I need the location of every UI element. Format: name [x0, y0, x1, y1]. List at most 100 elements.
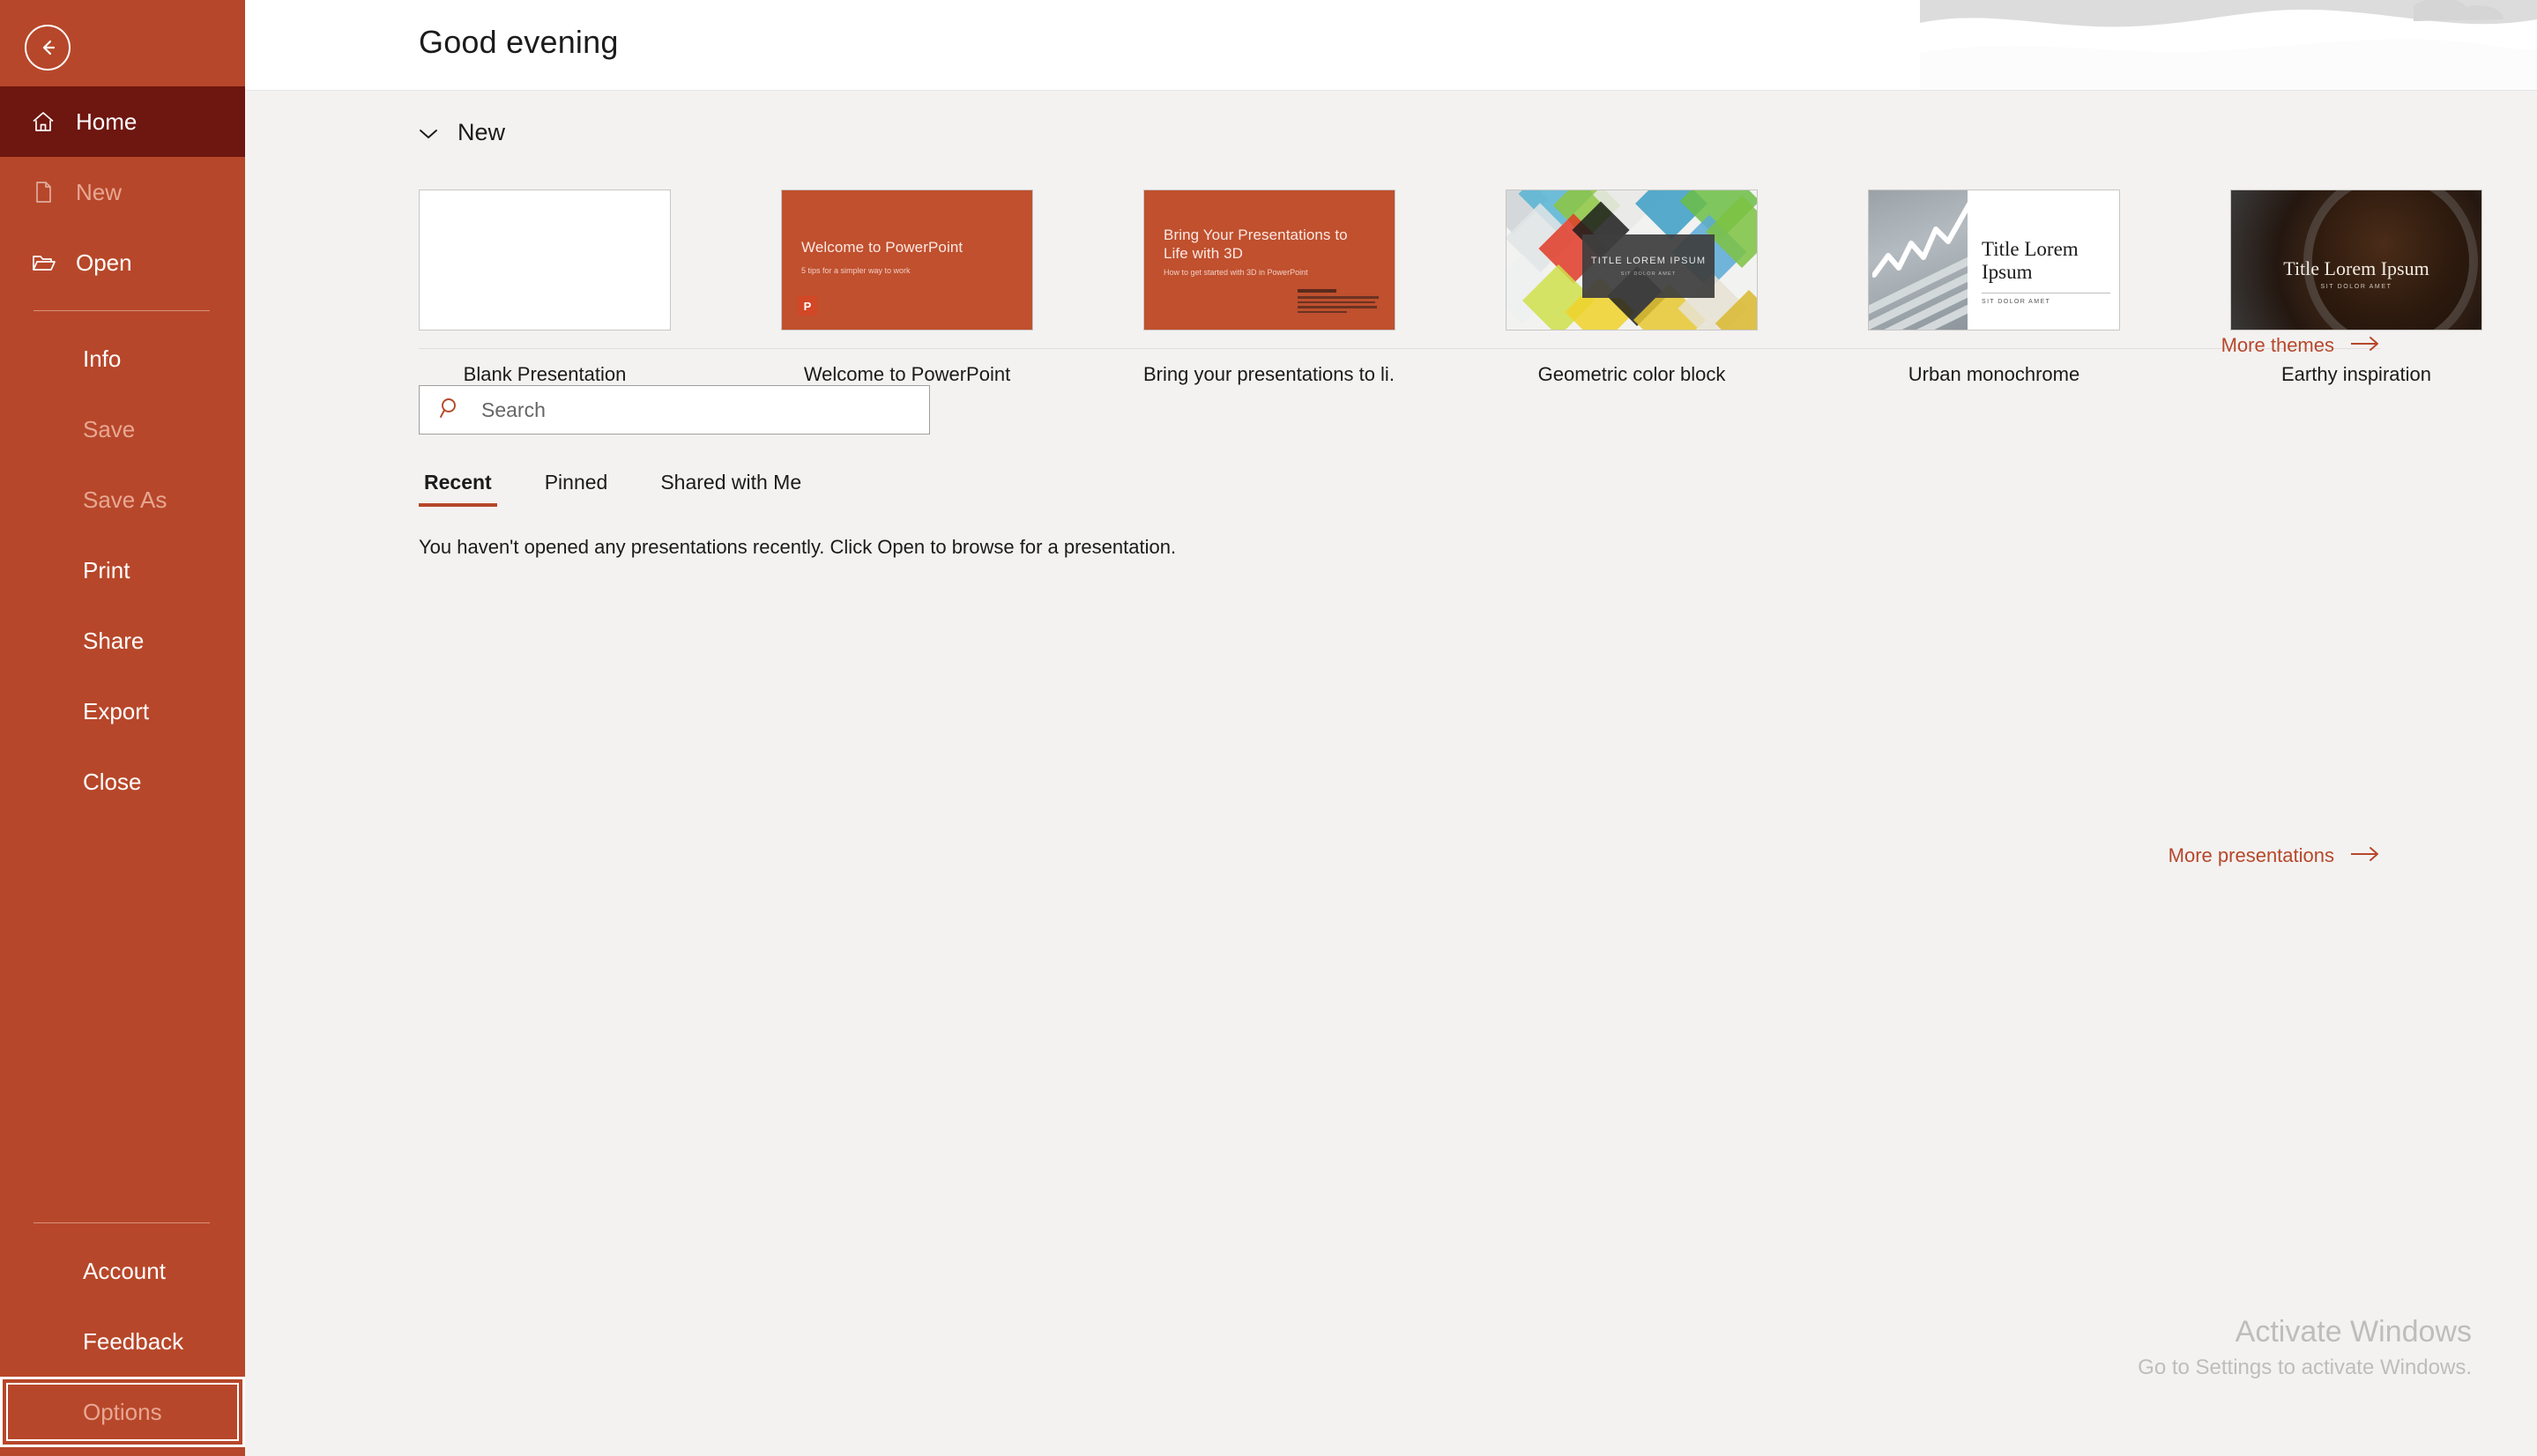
- slide-subtitle: SIT DOLOR AMET: [2320, 284, 2392, 290]
- template-card-blank-presentation[interactable]: Blank Presentation: [419, 189, 671, 386]
- sidebar-item-label: Print: [83, 556, 130, 583]
- arrow-right-icon: [2350, 334, 2380, 357]
- powerpoint-backstage-window: Home New Open Info Save Save As Print Sh…: [0, 0, 2537, 1456]
- more-themes-label: More themes: [2221, 334, 2334, 356]
- new-section-title: New: [458, 119, 506, 145]
- template-caption: Bring your presentations to li...: [1143, 363, 1395, 385]
- slide-title: Title Lorem Ipsum: [2283, 257, 2429, 279]
- sidebar-item-label: Share: [83, 627, 145, 654]
- template-caption: Urban monochrome: [1908, 363, 2080, 385]
- more-presentations-label: More presentations: [2168, 844, 2334, 866]
- template-caption: Welcome to PowerPoint: [803, 363, 1011, 385]
- sidebar-divider-bottom: [33, 1222, 210, 1223]
- slide-preview: TITLE LOREM IPSUM SIT DOLOR AMET: [1507, 190, 1757, 330]
- back-arrow-icon[interactable]: [25, 25, 71, 71]
- template-gallery: Blank Presentation Welcome to PowerPoint…: [419, 189, 2482, 386]
- sidebar-item-label: New: [76, 178, 123, 205]
- sidebar-item-home[interactable]: Home: [0, 86, 245, 157]
- template-caption: Geometric color block: [1537, 363, 1726, 385]
- greeting-bar: Good evening: [245, 0, 2537, 91]
- sidebar-item-new[interactable]: New: [0, 157, 245, 227]
- sidebar-item-options[interactable]: Options: [0, 1377, 245, 1447]
- sidebar-item-label: Home: [76, 108, 138, 135]
- template-thumbnail[interactable]: Bring Your Presentations to Life with 3D…: [1143, 189, 1395, 331]
- sidebar-item-label: Close: [83, 768, 142, 795]
- template-caption: Earthy inspiration: [2281, 363, 2431, 385]
- slide-preview: Title Lorem Ipsum SIT DOLOR AMET: [1869, 190, 2119, 330]
- watermark-subtitle: Go to Settings to activate Windows.: [2138, 1356, 2472, 1379]
- activate-windows-watermark: Activate Windows Go to Settings to activ…: [2138, 1313, 2472, 1381]
- sidebar-item-export[interactable]: Export: [0, 676, 245, 747]
- sidebar-item-label: Save: [83, 415, 136, 442]
- sidebar-item-label: Export: [83, 697, 150, 724]
- sidebar-secondary-nav: Account Feedback Options: [0, 1210, 245, 1447]
- home-icon: [30, 108, 65, 135]
- sidebar-item-label: Feedback: [83, 1327, 184, 1355]
- sidebar-item-label: Info: [83, 345, 122, 372]
- slide-subtitle: 5 tips for a simpler way to work: [801, 266, 911, 275]
- tab-label: Shared with Me: [660, 471, 802, 494]
- sidebar-item-save-as[interactable]: Save As: [0, 464, 245, 535]
- template-card-geometric-color-block[interactable]: TITLE LOREM IPSUM SIT DOLOR AMET Geometr…: [1506, 189, 1758, 386]
- scroll-area[interactable]: New Blank Presentation Welcome to PowerP…: [245, 91, 2537, 1456]
- recent-tabs: Recent Pinned Shared with Me: [419, 467, 807, 507]
- template-thumbnail[interactable]: Title Lorem Ipsum SIT DOLOR AMET: [1868, 189, 2120, 331]
- themes-divider: [419, 348, 2380, 349]
- header-decoration-illustration: [1920, 0, 2537, 90]
- template-thumbnail[interactable]: [419, 189, 671, 331]
- template-card-bring-presentations-to-life[interactable]: Bring Your Presentations to Life with 3D…: [1143, 189, 1395, 386]
- sidebar-primary-nav: Home New Open Info Save Save As Print Sh…: [0, 0, 245, 817]
- sidebar-item-info[interactable]: Info: [0, 323, 245, 394]
- new-section-header[interactable]: New: [419, 119, 505, 146]
- sidebar-item-label: Open: [76, 249, 132, 276]
- slide-preview: Title Lorem Ipsum SIT DOLOR AMET: [2231, 190, 2481, 330]
- sidebar-item-label: Options: [83, 1398, 162, 1425]
- more-presentations-link[interactable]: More presentations: [2169, 844, 2380, 867]
- sidebar-item-open[interactable]: Open: [0, 227, 245, 298]
- sidebar-divider-top: [33, 310, 210, 311]
- template-caption: Blank Presentation: [463, 363, 627, 385]
- backstage-content: Good evening New Blank Presentation Welc…: [245, 0, 2537, 1456]
- slide-subtitle: SIT DOLOR AMET: [1982, 299, 2051, 305]
- open-folder-icon: [30, 249, 65, 276]
- slide-title: Title Lorem Ipsum: [1982, 238, 2079, 283]
- powerpoint-logo-icon: P: [798, 296, 817, 316]
- sidebar-item-feedback[interactable]: Feedback: [0, 1306, 245, 1377]
- sidebar-item-close[interactable]: Close: [0, 747, 245, 817]
- slide-title: Bring Your Presentations to Life with 3D: [1164, 227, 1348, 263]
- tab-label: Pinned: [544, 471, 608, 494]
- slide-subtitle: SIT DOLOR AMET: [1620, 271, 1677, 278]
- arrow-right-icon: [2350, 844, 2380, 867]
- slide-title: Welcome to PowerPoint: [801, 239, 963, 256]
- chevron-down-icon[interactable]: [419, 119, 438, 146]
- search-icon: [439, 397, 462, 424]
- template-thumbnail[interactable]: Welcome to PowerPoint 5 tips for a simpl…: [781, 189, 1033, 331]
- sidebar-item-share[interactable]: Share: [0, 605, 245, 676]
- slide-subtitle: How to get started with 3D in PowerPoint: [1164, 268, 1308, 277]
- search-input[interactable]: [481, 397, 929, 422]
- tab-pinned[interactable]: Pinned: [539, 467, 614, 507]
- page-title: Good evening: [419, 24, 619, 60]
- tab-shared-with-me[interactable]: Shared with Me: [655, 467, 807, 507]
- slide-preview: Welcome to PowerPoint 5 tips for a simpl…: [782, 190, 1032, 330]
- template-thumbnail[interactable]: Title Lorem Ipsum SIT DOLOR AMET: [2230, 189, 2482, 331]
- slide-footnote-block: [1298, 289, 1379, 316]
- watermark-title: Activate Windows: [2235, 1314, 2472, 1348]
- slide-preview: Bring Your Presentations to Life with 3D…: [1144, 190, 1395, 330]
- sidebar-item-print[interactable]: Print: [0, 535, 245, 605]
- search-box[interactable]: [419, 385, 930, 435]
- template-card-urban-monochrome[interactable]: Title Lorem Ipsum SIT DOLOR AMET Urban m…: [1868, 189, 2120, 386]
- template-card-welcome-to-powerpoint[interactable]: Welcome to PowerPoint 5 tips for a simpl…: [781, 189, 1033, 386]
- sidebar-item-account[interactable]: Account: [0, 1236, 245, 1306]
- empty-state-message: You haven't opened any presentations rec…: [419, 536, 1177, 558]
- more-themes-link[interactable]: More themes: [2221, 334, 2380, 357]
- sidebar-item-label: Save As: [83, 486, 167, 513]
- tab-label: Recent: [424, 471, 492, 494]
- tab-recent[interactable]: Recent: [419, 467, 497, 507]
- slide-preview: [420, 190, 670, 330]
- slide-photo: [1869, 190, 1968, 330]
- slide-title-card: TITLE LOREM IPSUM SIT DOLOR AMET: [1582, 234, 1715, 298]
- sidebar-item-label: Account: [83, 1257, 166, 1284]
- template-thumbnail[interactable]: TITLE LOREM IPSUM SIT DOLOR AMET: [1506, 189, 1758, 331]
- sidebar-item-save[interactable]: Save: [0, 394, 245, 464]
